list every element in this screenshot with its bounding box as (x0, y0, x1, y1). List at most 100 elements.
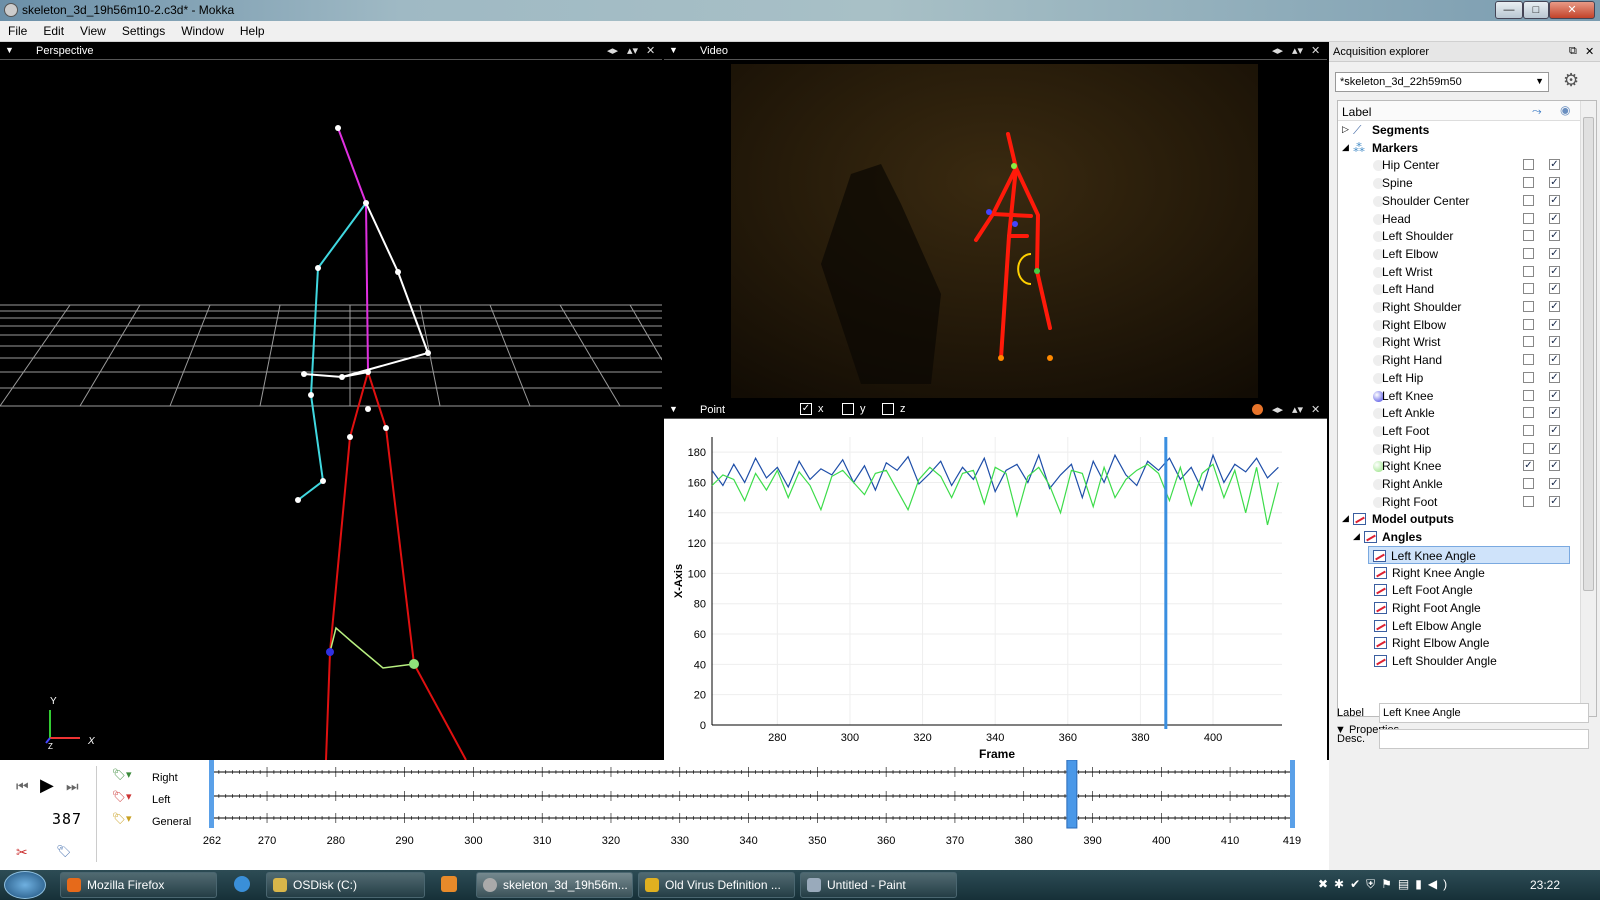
marker-visible-checkbox[interactable]: ✓ (1549, 318, 1560, 330)
menu-window[interactable]: Window (173, 21, 232, 41)
marker-select-checkbox[interactable] (1523, 212, 1534, 224)
marker-item[interactable]: Head ✓ (1338, 210, 1590, 228)
panel-close-icon[interactable]: ✕ (646, 44, 655, 57)
tools-icon[interactable]: ✂ (16, 844, 28, 861)
menu-file[interactable]: File (0, 21, 35, 41)
taskbar-paint[interactable]: Untitled - Paint (800, 872, 957, 898)
panel-menu-icon[interactable]: ▼ (669, 45, 678, 55)
split-horizontal-icon[interactable]: ◂▸ (1272, 44, 1283, 57)
split-horizontal-icon[interactable]: ◂▸ (607, 44, 618, 57)
tree-angles[interactable]: ◢ Angles (1338, 528, 1590, 546)
marker-visible-checkbox[interactable]: ✓ (1549, 371, 1560, 383)
marker-item[interactable]: Left Knee ✓ (1338, 387, 1590, 405)
marker-item[interactable]: Spine ✓ (1338, 174, 1590, 192)
marker-visible-checkbox[interactable]: ✓ (1549, 177, 1560, 189)
menu-view[interactable]: View (72, 21, 114, 41)
split-vertical-icon[interactable]: ▴▾ (627, 44, 638, 57)
marker-visible-checkbox[interactable]: ✓ (1549, 283, 1560, 295)
marker-visible-checkbox[interactable]: ✓ (1549, 354, 1560, 366)
explorer-tree[interactable]: Label ⤳ ◉ ▷ ⟋ Segments ◢ ⁂ Markers Hip Center ✓… (1337, 100, 1597, 717)
menu-settings[interactable]: Settings (114, 21, 173, 41)
point-chart[interactable]: 0 20 40 60 80 100 120 140 160 180 280 300 320 340 360 3… (664, 419, 1327, 760)
marker-select-checkbox[interactable] (1523, 318, 1534, 330)
record-icon[interactable] (1252, 404, 1263, 415)
marker-item[interactable]: Left Ankle ✓ (1338, 404, 1590, 422)
marker-item[interactable]: Right Hand ✓ (1338, 351, 1590, 369)
marker-visible-checkbox[interactable]: ✓ (1549, 159, 1560, 171)
marker-select-checkbox[interactable] (1523, 389, 1534, 401)
tag-icon[interactable]: 🏷 (56, 844, 71, 858)
gear-icon[interactable]: ⚙ (1563, 70, 1579, 91)
marker-select-checkbox[interactable] (1523, 230, 1534, 242)
marker-select-checkbox[interactable] (1523, 194, 1534, 206)
marker-item[interactable]: Hip Center ✓ (1338, 156, 1590, 174)
panel-close-icon[interactable]: ✕ (1311, 44, 1320, 57)
acquisition-select[interactable]: *skeleton_3d_22h59m50 ▼ (1335, 72, 1549, 92)
marker-item[interactable]: Shoulder Center ✓ (1338, 192, 1590, 210)
marker-visible-checkbox[interactable]: ✓ (1549, 301, 1560, 312)
marker-item[interactable]: Right Foot ✓ (1338, 493, 1590, 511)
last-frame-button[interactable]: ⏭ (66, 778, 79, 795)
marker-select-checkbox[interactable] (1523, 424, 1534, 436)
ie-icon[interactable] (234, 876, 250, 892)
expand-icon[interactable]: ▷ (1342, 124, 1349, 135)
range-start-handle[interactable] (209, 760, 214, 828)
start-button[interactable] (4, 871, 46, 899)
media-icon[interactable] (441, 876, 457, 892)
marker-visible-checkbox[interactable]: ✓ (1549, 389, 1560, 401)
taskbar-osdisk[interactable]: OSDisk (C:) (266, 872, 425, 898)
label-field[interactable]: Left Knee Angle (1379, 703, 1589, 723)
marker-visible-checkbox[interactable]: ✓ (1549, 442, 1560, 454)
collapse-icon[interactable]: ◢ (1353, 531, 1360, 542)
z-checkbox[interactable] (882, 403, 894, 415)
timeline-cursor[interactable] (1066, 760, 1078, 829)
marker-item[interactable]: Right Ankle ✓ (1338, 475, 1590, 493)
marker-item[interactable]: Right Hip ✓ (1338, 440, 1590, 458)
marker-visible-checkbox[interactable]: ✓ (1549, 265, 1560, 277)
marker-visible-checkbox[interactable]: ✓ (1549, 247, 1560, 259)
explorer-close-icon[interactable]: ✕ (1585, 45, 1594, 58)
marker-item[interactable]: Left Hand ✓ (1338, 280, 1590, 298)
marker-item[interactable]: Left Elbow ✓ (1338, 245, 1590, 263)
menu-help[interactable]: Help (232, 21, 273, 41)
marker-item[interactable]: Right Knee ✓ ✓ (1338, 457, 1590, 475)
left-events-icon[interactable]: 🏷▾ (112, 790, 132, 803)
eye-icon[interactable]: ◉ (1560, 103, 1570, 117)
angle-item[interactable]: Right Foot Angle (1338, 599, 1590, 617)
menu-edit[interactable]: Edit (35, 21, 72, 41)
panel-menu-icon[interactable]: ▼ (669, 404, 678, 414)
angle-item[interactable]: Left Foot Angle (1338, 581, 1590, 599)
perspective-view[interactable]: ▼ Perspective ◂▸ ▴▾ ✕ Y X Z (0, 42, 662, 760)
marker-item[interactable]: Left Foot ✓ (1338, 422, 1590, 440)
marker-select-checkbox[interactable] (1523, 177, 1534, 189)
split-vertical-icon[interactable]: ▴▾ (1292, 44, 1303, 57)
marker-visible-checkbox[interactable]: ✓ (1549, 194, 1560, 206)
minimize-button[interactable]: — (1495, 1, 1523, 19)
marker-select-checkbox[interactable] (1523, 336, 1534, 348)
tree-model-outputs[interactable]: ◢ Model outputs (1338, 510, 1590, 528)
tree-markers[interactable]: ◢ ⁂ Markers (1338, 139, 1590, 157)
show-graph-icon[interactable]: ⤳ (1532, 104, 1542, 119)
split-horizontal-icon[interactable]: ◂▸ (1272, 403, 1283, 416)
taskbar-mokka[interactable]: skeleton_3d_19h56m... (476, 872, 633, 898)
marker-item[interactable]: Right Elbow ✓ (1338, 316, 1590, 334)
first-frame-button[interactable]: ⏮ (16, 778, 29, 795)
marker-item[interactable]: Left Wrist ✓ (1338, 263, 1590, 281)
angle-item[interactable]: Left Elbow Angle (1338, 617, 1590, 635)
marker-item[interactable]: Right Shoulder ✓ (1338, 298, 1590, 316)
general-events-icon[interactable]: 🏷▾ (112, 812, 132, 825)
close-button[interactable]: ✕ (1549, 1, 1595, 19)
marker-item[interactable]: Left Hip ✓ (1338, 369, 1590, 387)
marker-select-checkbox[interactable] (1523, 283, 1534, 295)
tray-icons[interactable]: ✖✱✔⛨⚑▤▮◀) (1318, 877, 1453, 892)
marker-visible-checkbox[interactable]: ✓ (1549, 212, 1560, 224)
point-chart-view[interactable]: ▼ Point ✓ x y z ◂▸ ▴▾ ✕ 0 20 40 60 80 100 120 1… (664, 401, 1327, 760)
marker-visible-checkbox[interactable]: ✓ (1549, 424, 1560, 436)
tree-scrollbar[interactable] (1580, 101, 1596, 716)
collapse-icon[interactable]: ◢ (1342, 513, 1349, 524)
split-vertical-icon[interactable]: ▴▾ (1292, 403, 1303, 416)
play-button[interactable]: ▶ (40, 775, 54, 796)
marker-select-checkbox[interactable] (1523, 442, 1534, 454)
marker-select-checkbox[interactable] (1523, 301, 1534, 312)
scrollbar-thumb[interactable] (1583, 117, 1594, 591)
